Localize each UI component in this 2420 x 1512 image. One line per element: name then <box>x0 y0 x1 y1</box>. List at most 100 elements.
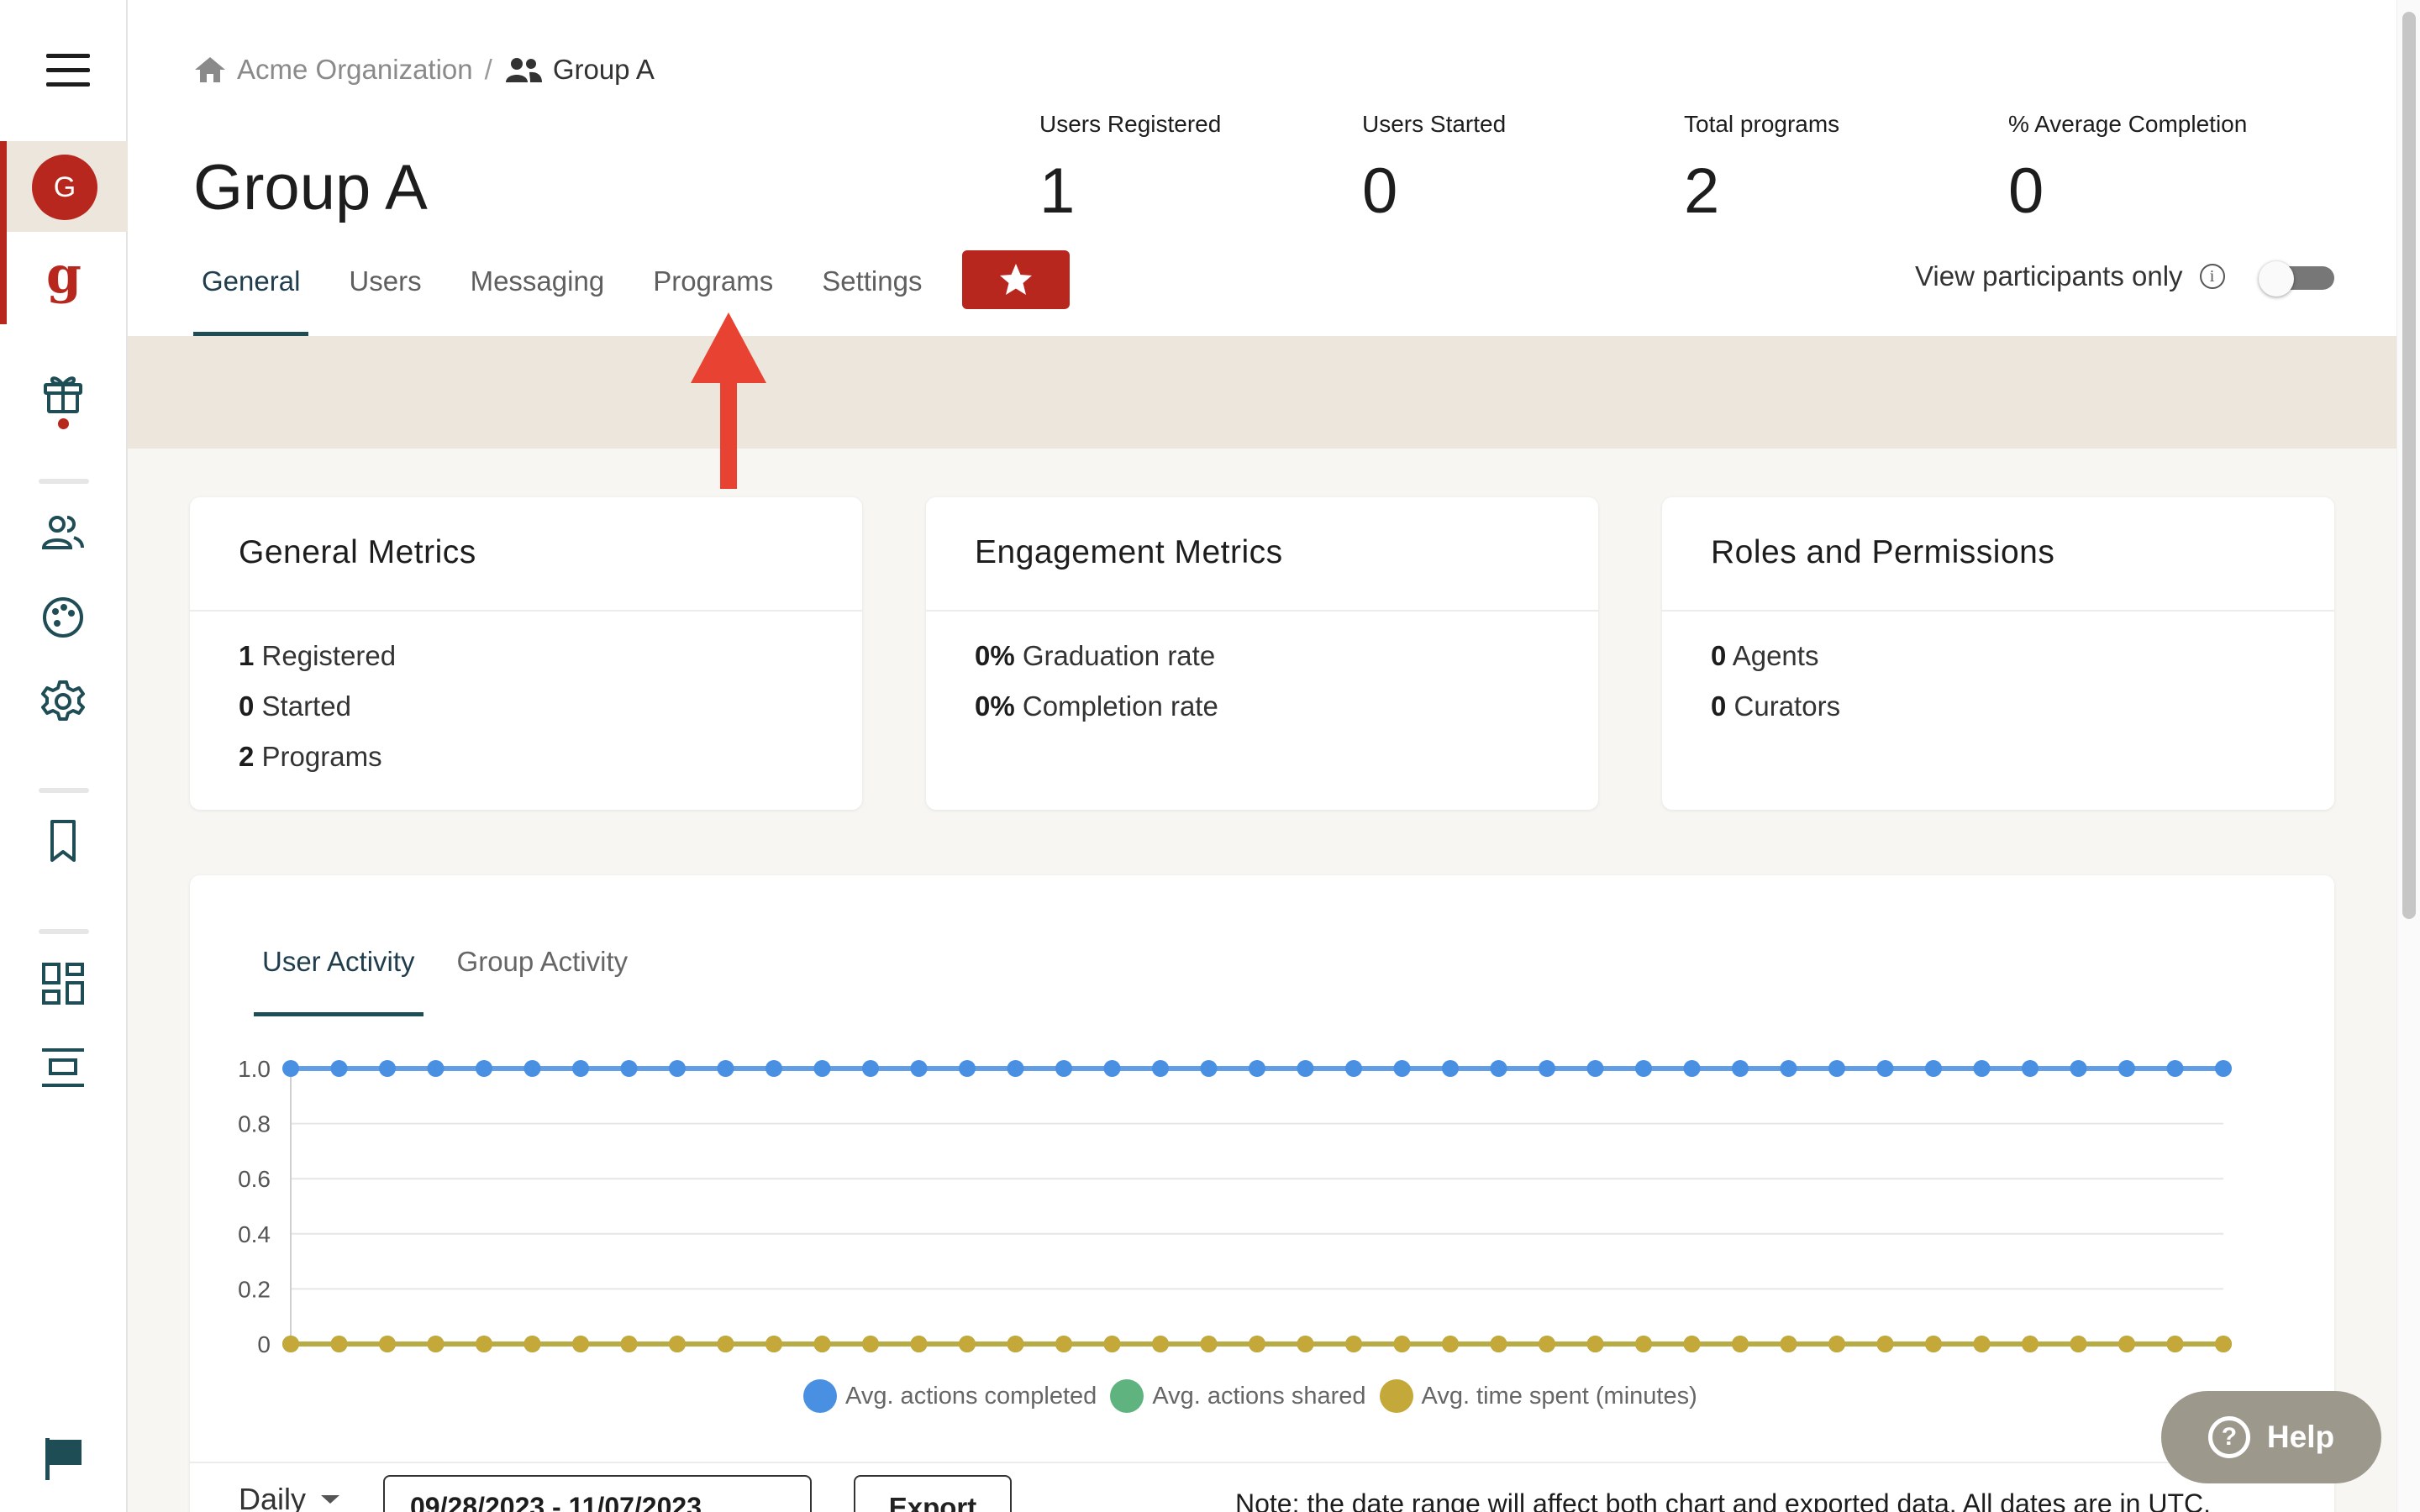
stat-value: 0 <box>2008 155 2044 227</box>
engagement-metrics-card: Engagement Metrics 0% Graduation rate 0%… <box>926 497 1598 810</box>
metric-graduation-rate: 0% Graduation rate <box>975 640 1598 690</box>
card-title: Engagement Metrics <box>926 497 1598 612</box>
metric-curators: 0 Curators <box>1711 690 2334 741</box>
export-button[interactable]: Export <box>854 1475 1012 1512</box>
metric-value: 0% <box>975 690 1015 722</box>
legend-label: Avg. actions shared <box>1152 1382 1366 1410</box>
data-point <box>910 1336 928 1352</box>
data-point <box>1393 1336 1411 1352</box>
bookmark-icon[interactable] <box>39 816 87 865</box>
gear-icon[interactable] <box>39 677 87 726</box>
legend-item[interactable]: Avg. actions shared <box>1110 1379 1366 1413</box>
page-header: Acme Organization / Group A Group A User… <box>128 0 2396 336</box>
tab-settings[interactable]: Settings <box>813 250 930 336</box>
data-point <box>330 1060 348 1077</box>
x-tick-label: Oct 26, 2023 <box>1576 1367 1711 1371</box>
header-banner <box>128 336 2396 449</box>
scroll-thumb[interactable] <box>2402 12 2416 919</box>
breadcrumb-group: Group A <box>552 54 655 85</box>
data-point <box>1586 1336 1604 1352</box>
stat-label: % Average Completion <box>2008 111 2248 137</box>
activity-panel: User Activity Group Activity 0 0.2 0.4 0.6 0… <box>190 875 2334 1512</box>
data-point <box>1732 1060 1749 1077</box>
metric-value: 1 <box>239 640 255 671</box>
tab-messaging[interactable]: Messaging <box>462 250 613 336</box>
metric-value: 0 <box>239 690 255 722</box>
data-point <box>620 1336 638 1352</box>
data-point <box>2118 1060 2135 1077</box>
data-point <box>379 1060 396 1077</box>
data-point <box>1055 1060 1072 1077</box>
data-point <box>2166 1336 2184 1352</box>
menu-icon[interactable] <box>46 54 90 87</box>
data-point <box>1103 1060 1121 1077</box>
info-icon[interactable]: i <box>2199 264 2225 289</box>
data-point <box>1103 1336 1121 1352</box>
data-point <box>813 1336 831 1352</box>
stat-value: 0 <box>1362 155 1398 227</box>
data-point <box>1828 1336 1845 1352</box>
period-select[interactable]: Daily <box>239 1482 340 1512</box>
favorite-button[interactable] <box>962 250 1071 309</box>
data-point <box>282 1336 299 1352</box>
data-point <box>1007 1060 1024 1077</box>
data-point <box>1345 1060 1362 1077</box>
users-icon[interactable] <box>39 509 87 558</box>
stat-value: 2 <box>1684 155 1720 227</box>
data-point <box>1973 1336 1991 1352</box>
palette-icon[interactable] <box>39 593 87 642</box>
data-point <box>959 1336 976 1352</box>
help-button[interactable]: ? Help <box>2161 1391 2381 1483</box>
legend-swatch <box>803 1379 837 1413</box>
legend-item[interactable]: Avg. actions completed <box>803 1379 1097 1413</box>
data-point <box>862 1060 879 1077</box>
sidebar: G g <box>0 0 128 1512</box>
scrollbar[interactable] <box>2396 0 2420 1512</box>
gift-icon[interactable] <box>39 368 87 417</box>
data-point <box>1055 1336 1072 1352</box>
data-point <box>427 1060 445 1077</box>
dashboard-icon[interactable] <box>39 959 87 1008</box>
data-point <box>476 1336 492 1352</box>
data-point <box>1297 1060 1314 1077</box>
data-point <box>2070 1336 2087 1352</box>
y-tick-label: 0.8 <box>238 1111 271 1137</box>
data-point <box>1828 1060 1845 1077</box>
avatar[interactable]: G <box>32 155 97 220</box>
data-point <box>1635 1060 1652 1077</box>
tab-users[interactable]: Users <box>340 250 429 336</box>
date-range-input[interactable]: 09/28/2023 - 11/07/2023 <box>383 1475 812 1512</box>
view-participants-label: View participants only <box>1915 260 2183 291</box>
breadcrumb-org[interactable]: Acme Organization <box>237 54 473 86</box>
data-point <box>1007 1336 1024 1352</box>
data-point <box>1925 1060 1942 1077</box>
tab-general[interactable]: General <box>193 250 309 336</box>
home-icon <box>195 57 225 82</box>
data-point <box>669 1060 686 1077</box>
view-participants-toggle[interactable] <box>2258 261 2334 297</box>
period-value: Daily <box>239 1482 307 1512</box>
x-tick-label: Oct 14, 2023 <box>997 1367 1131 1371</box>
page-title: Group A <box>193 152 428 223</box>
roles-permissions-card: Roles and Permissions 0 Agents 0 Curator… <box>1662 497 2334 810</box>
legend-item[interactable]: Avg. time spent (minutes) <box>1379 1379 1697 1413</box>
data-point <box>2215 1336 2232 1352</box>
sidebar-divider <box>39 479 89 484</box>
legend-label: Avg. time spent (minutes) <box>1421 1382 1697 1410</box>
brand-logo[interactable]: g <box>44 249 84 302</box>
metric-value: 2 <box>239 741 255 772</box>
metric-value: 0% <box>975 640 1015 671</box>
metric-label: Started <box>261 690 351 722</box>
data-point <box>1200 1060 1218 1077</box>
breadcrumb: Acme Organization / Group A <box>193 49 655 91</box>
stat-label: Total programs <box>1684 111 1840 137</box>
flag-icon[interactable] <box>39 1435 87 1483</box>
metric-label: Agents <box>1732 640 1819 671</box>
tab-user-activity[interactable]: User Activity <box>254 909 424 1016</box>
tab-group-activity[interactable]: Group Activity <box>449 909 637 1016</box>
metric-programs: 2 Programs <box>239 741 862 791</box>
data-point <box>1297 1336 1314 1352</box>
help-label: Help <box>2266 1420 2335 1454</box>
data-point <box>717 1336 734 1352</box>
layout-icon[interactable] <box>39 1043 87 1092</box>
